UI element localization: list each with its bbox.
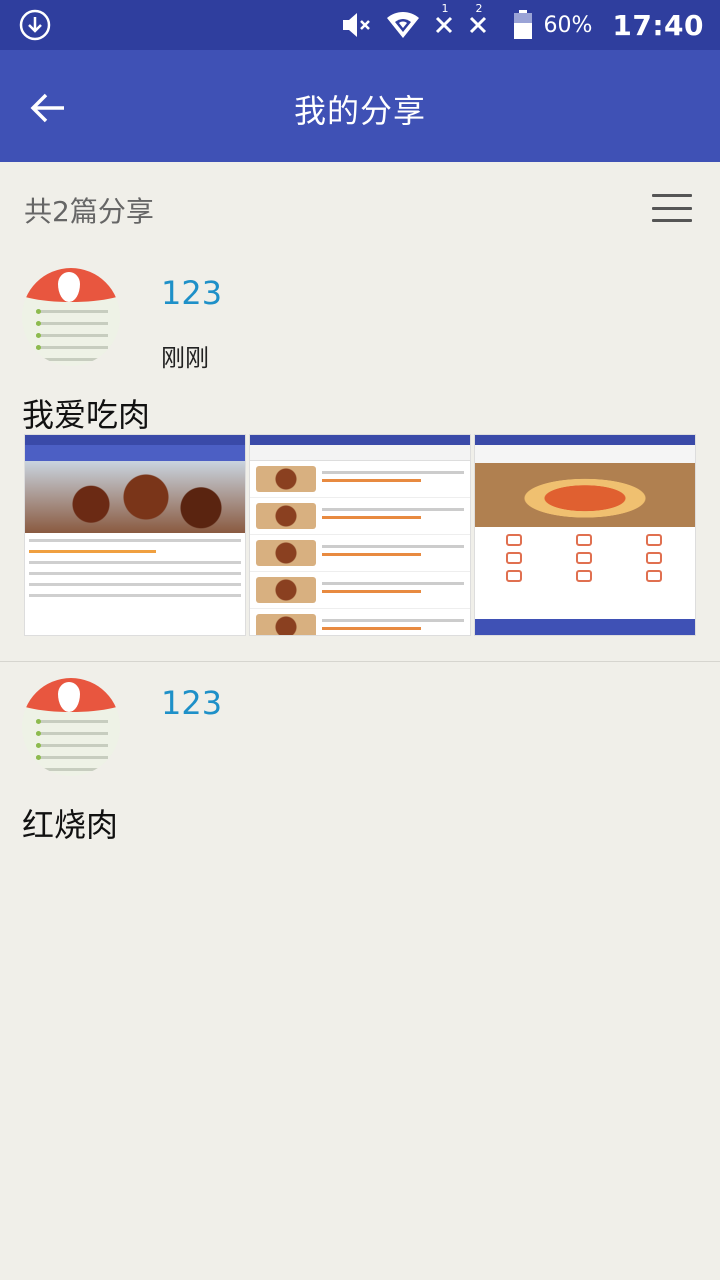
battery-icon <box>513 10 533 40</box>
post-text: 红烧肉 <box>22 806 119 844</box>
post-text: 我爱吃肉 <box>22 396 151 434</box>
share-count: 共2篇分享 <box>24 195 154 228</box>
page-title: 我的分享 <box>293 92 426 130</box>
post-image[interactable] <box>249 434 471 636</box>
status-bar: 1 2 60% 17:40 <box>0 0 720 50</box>
sim2-no-signal-icon: 2 <box>467 2 489 36</box>
share-post[interactable]: 123 红烧肉 <box>0 672 720 852</box>
avatar[interactable] <box>22 268 120 366</box>
battery-percent: 60% <box>543 12 593 38</box>
post-time: 刚刚 <box>161 344 209 372</box>
post-images <box>24 434 696 636</box>
mute-icon <box>341 10 373 40</box>
post-username[interactable]: 123 <box>161 274 222 312</box>
post-image[interactable] <box>24 434 246 636</box>
post-image[interactable] <box>474 434 696 636</box>
download-icon <box>18 8 52 42</box>
clock: 17:40 <box>612 8 704 42</box>
share-summary: 共2篇分享 <box>0 162 720 252</box>
avatar[interactable] <box>22 678 120 776</box>
hamburger-menu-icon <box>652 194 692 197</box>
post-username[interactable]: 123 <box>161 684 222 722</box>
sim1-no-signal-icon: 1 <box>433 2 455 36</box>
menu-button[interactable] <box>646 190 698 226</box>
app-bar: 我的分享 <box>0 50 720 162</box>
share-post[interactable]: 123 刚刚 我爱吃肉 <box>0 262 720 662</box>
wifi-icon <box>385 10 421 40</box>
